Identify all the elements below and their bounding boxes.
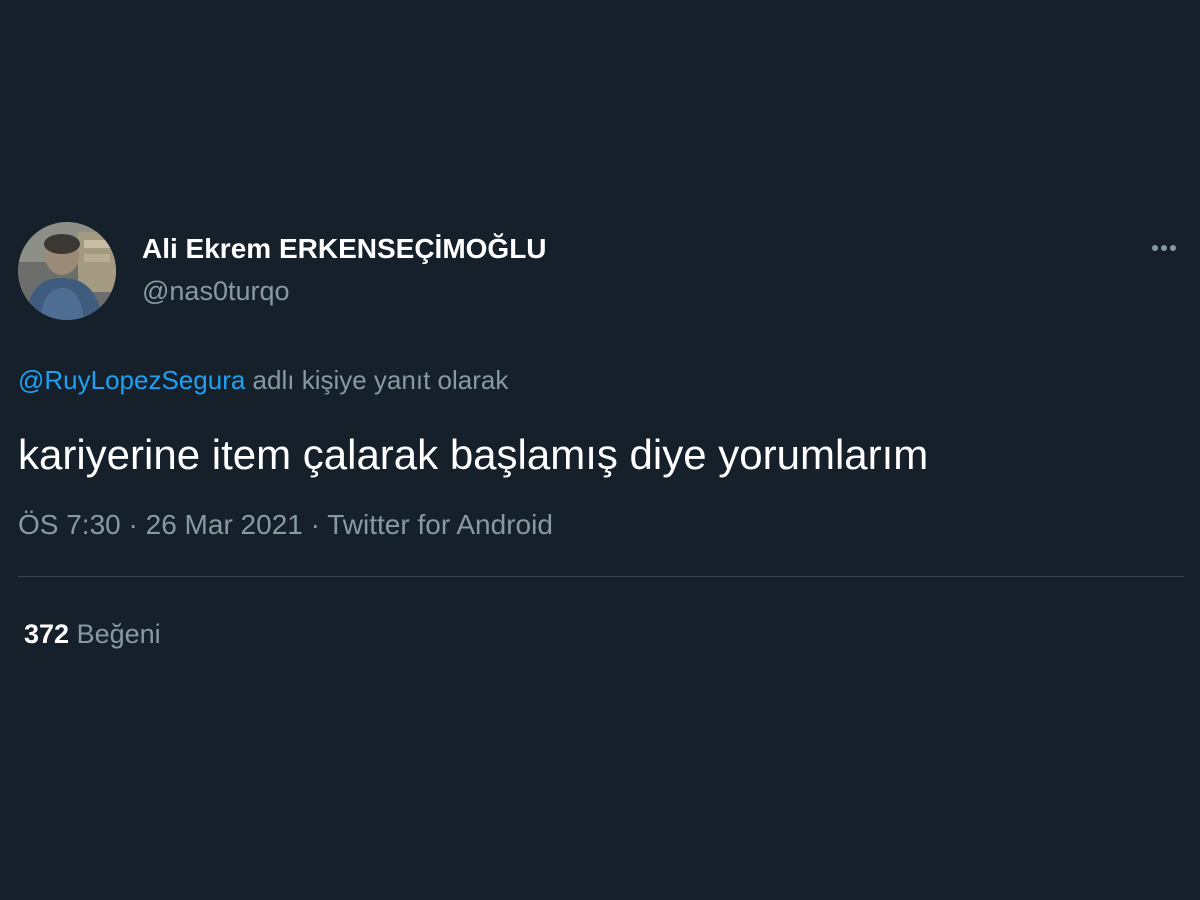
tweet-page: Ali Ekrem ERKENSEÇİMOĞLU @nas0turqo @Ruy…: [0, 0, 1200, 900]
author-info: Ali Ekrem ERKENSEÇİMOĞLU @nas0turqo: [142, 232, 547, 308]
reply-context: @RuyLopezSegura adlı kişiye yanıt olarak: [18, 364, 1184, 396]
tweet-meta: ÖS 7:30 · 26 Mar 2021 · Twitter for Andr…: [18, 508, 1184, 542]
likes-stat[interactable]: 372 Beğeni: [18, 617, 1184, 651]
tweet-source[interactable]: Twitter for Android: [327, 509, 553, 540]
meta-separator: ·: [128, 509, 138, 540]
likes-count: 372: [24, 619, 70, 649]
more-options-button[interactable]: [1144, 236, 1184, 260]
tweet-card: Ali Ekrem ERKENSEÇİMOĞLU @nas0turqo @Ruy…: [18, 222, 1184, 651]
author-handle[interactable]: @nas0turqo: [142, 274, 547, 308]
author-display-name[interactable]: Ali Ekrem ERKENSEÇİMOĞLU: [142, 232, 547, 266]
tweet-time[interactable]: ÖS 7:30: [18, 509, 121, 540]
person-photo-avatar-icon: [18, 222, 116, 320]
likes-label: Beğeni: [76, 619, 161, 649]
reply-mention-link[interactable]: @RuyLopezSegura: [18, 365, 245, 395]
avatar[interactable]: [18, 222, 116, 320]
reply-suffix: adlı kişiye yanıt olarak: [252, 365, 509, 395]
divider: [18, 576, 1184, 577]
tweet-date[interactable]: 26 Mar 2021: [146, 509, 303, 540]
tweet-text: kariyerine item çalarak başlamış diye yo…: [18, 431, 929, 478]
tweet-header: Ali Ekrem ERKENSEÇİMOĞLU @nas0turqo: [18, 222, 1184, 322]
more-horizontal-icon: [1152, 245, 1158, 251]
meta-separator: ·: [310, 509, 320, 540]
